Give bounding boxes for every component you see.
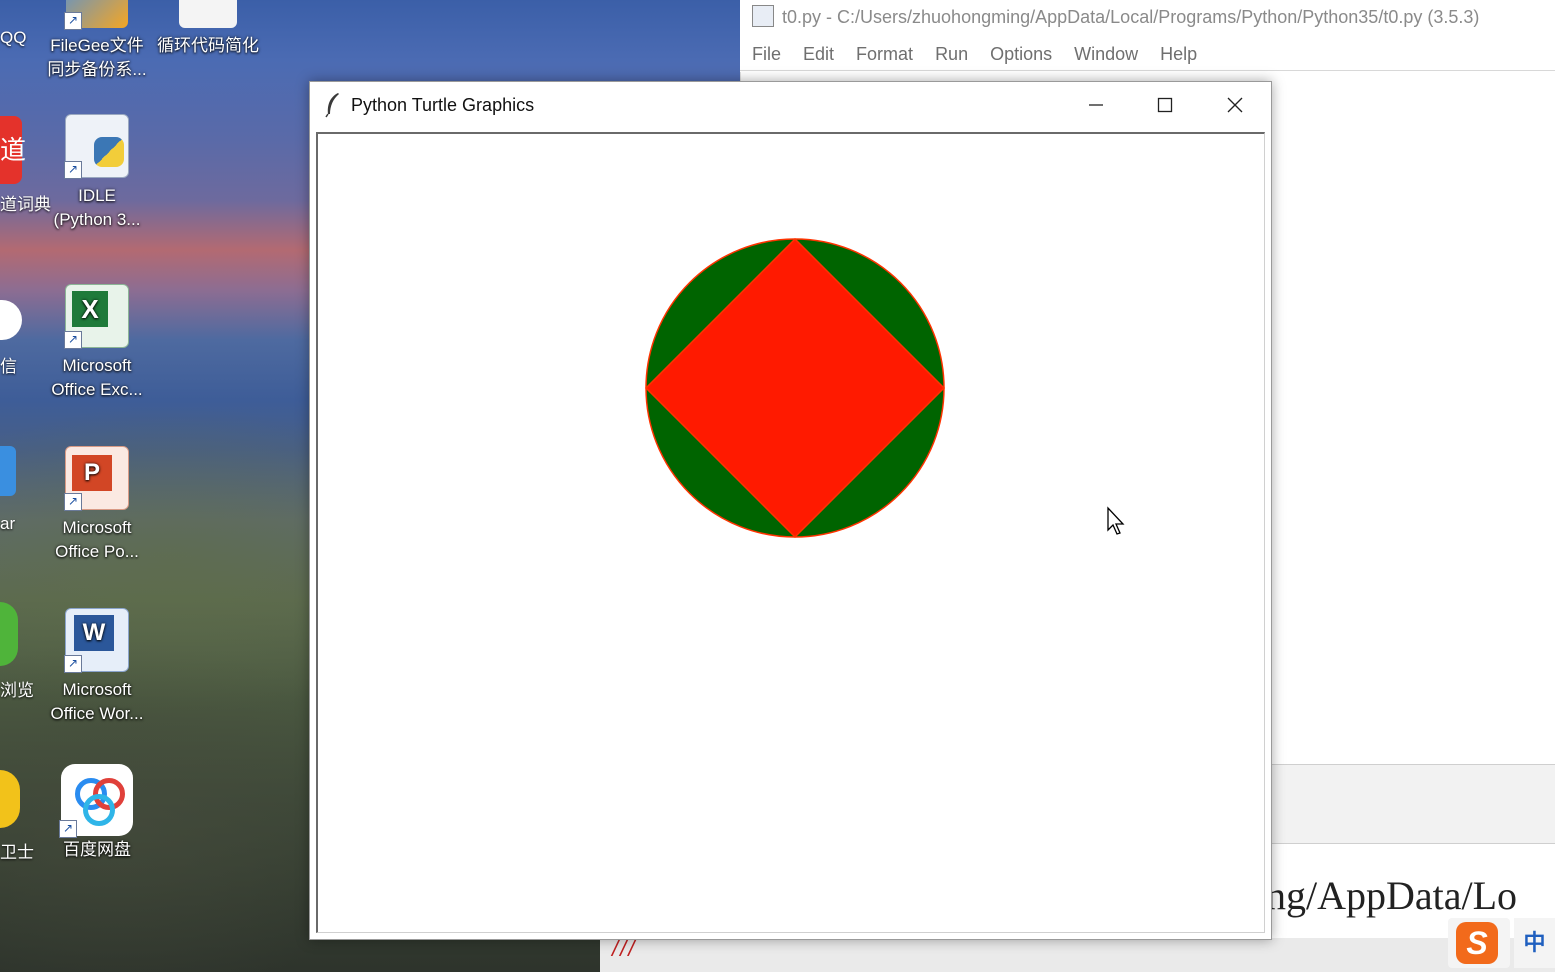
menu-help[interactable]: Help bbox=[1160, 44, 1197, 64]
turtle-titlebar[interactable]: Python Turtle Graphics bbox=[310, 82, 1271, 128]
idle-status-strip bbox=[1270, 764, 1555, 844]
desktop-icon-label: (Python 3... bbox=[53, 210, 141, 229]
menu-options[interactable]: Options bbox=[990, 44, 1052, 64]
shortcut-arrow-icon: ↗ bbox=[64, 161, 82, 179]
background-window-strip bbox=[600, 938, 1555, 972]
idle-titlebar[interactable]: t0.py - C:/Users/zhuohongming/AppData/Lo… bbox=[740, 0, 1555, 34]
close-icon bbox=[1227, 97, 1243, 113]
word-icon: W ↗ bbox=[64, 608, 129, 673]
baidu-netdisk-icon: ↗ bbox=[59, 764, 133, 838]
desktop-icon-wechat-label[interactable]: 信 bbox=[0, 352, 17, 377]
filegee-icon: ↗ bbox=[64, 0, 128, 30]
excel-icon: X ↗ bbox=[64, 284, 129, 349]
desktop-icon-guard-label[interactable]: 卫士 bbox=[0, 838, 34, 863]
desktop-icon-label: IDLE bbox=[78, 186, 116, 205]
document-icon bbox=[179, 0, 237, 28]
minimize-button[interactable] bbox=[1062, 82, 1130, 128]
shortcut-arrow-icon: ↗ bbox=[59, 820, 77, 838]
desktop-icon-youdao-label[interactable]: 道词典 bbox=[0, 190, 51, 215]
menu-window[interactable]: Window bbox=[1074, 44, 1138, 64]
maximize-button[interactable] bbox=[1131, 82, 1199, 128]
close-button[interactable] bbox=[1201, 82, 1269, 128]
cube-icon[interactable] bbox=[0, 446, 16, 496]
browser-icon[interactable] bbox=[0, 602, 18, 666]
menu-file[interactable]: File bbox=[752, 44, 781, 64]
desktop-icon-baidu-netdisk[interactable]: ↗ 百度网盘 bbox=[45, 764, 149, 862]
mouse-cursor-icon bbox=[1107, 506, 1125, 535]
shortcut-arrow-icon: ↗ bbox=[64, 331, 82, 349]
sogou-icon: S bbox=[1456, 922, 1498, 964]
desktop-icon-label: Office Wor... bbox=[50, 704, 144, 723]
turtle-window-title: Python Turtle Graphics bbox=[351, 95, 535, 115]
desktop-icon-label: FileGee文件 bbox=[50, 36, 144, 55]
menu-run[interactable]: Run bbox=[935, 44, 968, 64]
maximize-icon bbox=[1157, 97, 1173, 113]
youdao-icon[interactable]: 道 bbox=[0, 116, 26, 184]
desktop-icon-idle[interactable]: ↗ IDLE (Python 3... bbox=[45, 114, 149, 232]
desktop-icon-qq-label[interactable]: QQ bbox=[0, 28, 26, 48]
menu-edit[interactable]: Edit bbox=[803, 44, 834, 64]
desktop-icon-label: Microsoft bbox=[62, 356, 132, 375]
desktop-icon-label: 百度网盘 bbox=[63, 840, 131, 859]
idle-path-text: ng/AppData/Lo bbox=[1270, 873, 1518, 918]
desktop-icon-powerpoint[interactable]: P ↗ Microsoft Office Po... bbox=[45, 446, 149, 564]
powerpoint-icon: P ↗ bbox=[64, 446, 129, 511]
desktop-icon-filegee[interactable]: ↗ FileGee文件 同步备份系... bbox=[45, 0, 149, 82]
idle-menubar: File Edit Format Run Options Window Help bbox=[740, 38, 1555, 71]
feather-icon bbox=[325, 93, 339, 118]
desktop-icon-word[interactable]: W ↗ Microsoft Office Wor... bbox=[45, 608, 149, 726]
desktop-icon-label: Microsoft bbox=[62, 680, 132, 699]
shortcut-arrow-icon: ↗ bbox=[64, 12, 82, 30]
shortcut-arrow-icon: ↗ bbox=[64, 493, 82, 511]
shortcut-arrow-icon: ↗ bbox=[64, 655, 82, 673]
desktop-icon-label: Office Exc... bbox=[51, 380, 143, 399]
desktop-icon-browser-label[interactable]: 浏览 bbox=[0, 676, 34, 701]
python-file-icon bbox=[752, 5, 774, 27]
menu-format[interactable]: Format bbox=[856, 44, 913, 64]
ime-chinese-toggle[interactable]: 中 bbox=[1514, 918, 1555, 968]
desktop-icon-label: Microsoft bbox=[62, 518, 132, 537]
desktop-icon-loop-code[interactable]: 循环代码简化 bbox=[156, 0, 260, 58]
idle-window-title: t0.py - C:/Users/zhuohongming/AppData/Lo… bbox=[782, 7, 1480, 27]
desktop-icon-label: Office Po... bbox=[55, 542, 139, 561]
desktop-icon-ar-label[interactable]: ar bbox=[0, 514, 15, 534]
python-idle-icon: ↗ bbox=[64, 114, 129, 179]
minimize-icon bbox=[1089, 104, 1103, 106]
desktop-icon-label: 同步备份系... bbox=[47, 60, 147, 79]
sogou-ime-button[interactable]: S bbox=[1448, 918, 1510, 968]
desktop-icon-excel[interactable]: X ↗ Microsoft Office Exc... bbox=[45, 284, 149, 402]
desktop-icon-label: 循环代码简化 bbox=[157, 36, 259, 55]
